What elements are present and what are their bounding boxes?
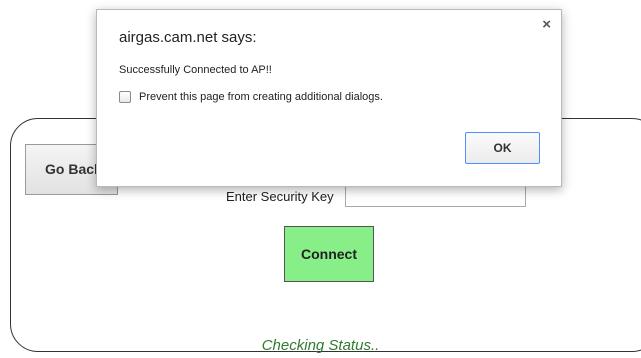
ok-button[interactable]: OK xyxy=(465,132,540,164)
dialog-title: airgas.cam.net says: xyxy=(119,29,257,46)
close-icon[interactable]: × xyxy=(542,17,551,33)
connect-button[interactable]: Connect xyxy=(284,226,374,282)
security-key-label: Enter Security Key xyxy=(226,189,334,204)
status-text: Checking Status.. xyxy=(261,337,380,354)
dialog-message: Successfully Connected to AP!! xyxy=(119,64,272,76)
prevent-dialogs-option[interactable]: Prevent this page from creating addition… xyxy=(119,91,383,103)
prevent-dialogs-label[interactable]: Prevent this page from creating addition… xyxy=(139,91,383,103)
security-key-input[interactable] xyxy=(345,186,526,207)
page: Go Back Enter Security Key Connect Check… xyxy=(0,0,641,358)
prevent-dialogs-checkbox[interactable] xyxy=(119,91,131,103)
alert-dialog: airgas.cam.net says: × Successfully Conn… xyxy=(96,9,562,187)
